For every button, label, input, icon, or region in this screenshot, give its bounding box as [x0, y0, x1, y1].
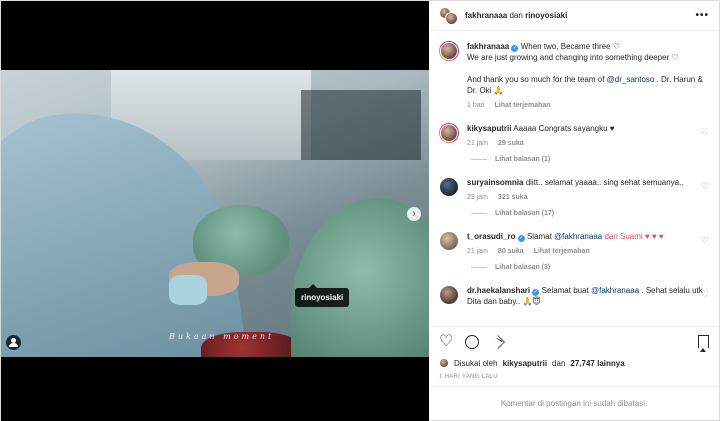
media-panel: Bukaan moment rinoyosiaki › [1, 1, 429, 421]
comment-text: t_orasudi_ro ✓ Slamat @fakhranaaa dan Su… [467, 231, 705, 242]
photo-mask [169, 275, 207, 305]
avatar [439, 285, 459, 305]
next-slide-button[interactable]: › [407, 207, 421, 221]
comment-body-a: Slamat [526, 232, 555, 241]
comment-text: kikysaputrii Aaaaa Congrats sayangku ♥ [467, 123, 705, 134]
photo-watermark: Bukaan moment [169, 332, 275, 341]
comment-meta: 23 jam 321 suka [467, 194, 705, 201]
comment-time[interactable]: 21 jam [467, 248, 488, 255]
caption-line3a: And thank you so much for the team of [467, 75, 607, 84]
like-heart-icon[interactable] [439, 335, 453, 349]
verified-icon: ✓ [532, 289, 540, 296]
collab-avatars[interactable] [439, 6, 459, 25]
comment-username[interactable]: kikysaputrii [467, 124, 511, 133]
comment-username[interactable]: t_orasudi_ro [467, 232, 515, 241]
avatar [439, 358, 449, 368]
photo-monitor [301, 90, 421, 160]
post-header: fakhranaaa dan rinoyosiaki ••• [429, 1, 719, 31]
comment-avatar[interactable] [439, 231, 459, 251]
view-replies-link[interactable]: Lihat balasan (3) [471, 264, 709, 271]
comment-mention[interactable]: @fakhranaaa [591, 286, 639, 295]
comment-time[interactable]: 21 jam [467, 140, 488, 147]
header-conjunction: dan [509, 11, 523, 20]
caption-time[interactable]: 1 hari [467, 102, 485, 109]
comment-like-icon[interactable]: ♡ [701, 235, 709, 246]
user-tag-label[interactable]: rinoyosiaki [295, 284, 350, 307]
liked-by-count[interactable]: 27.747 lainnya [570, 359, 624, 368]
comment-item: t_orasudi_ro ✓ Slamat @fakhranaaa dan Su… [439, 231, 709, 255]
comment-like-icon[interactable]: ♡ [701, 127, 709, 138]
caption-line2: We are just growing and changing into so… [467, 53, 679, 62]
caption-mention[interactable]: @dr_santoso [607, 75, 655, 84]
comment-username[interactable]: dr.haekalanshari [467, 286, 530, 295]
comment-body-b: dan Suami ♥ ♥ ♥ [602, 232, 664, 241]
comment-body: diitt.. selamat yaaaa.. sing sehat semua… [525, 178, 684, 187]
comment-time[interactable]: 23 jam [467, 194, 488, 201]
share-send-icon[interactable] [491, 334, 505, 349]
caption-text: fakhranaaa ✓ When two, Became three ♡ We… [467, 41, 705, 96]
comment-avatar[interactable] [439, 177, 459, 197]
comment-meta: 21 jam 80 suka Lihat terjemahan [467, 248, 705, 255]
more-options-icon[interactable]: ••• [695, 10, 709, 21]
comments-disabled-notice: Komentar di postingan ini sudah dibatasi… [429, 386, 719, 420]
collab-names: fakhranaaa dan rinoyosiaki [465, 11, 567, 20]
action-bar [429, 326, 719, 356]
comment-username[interactable]: suryainsomnia [467, 178, 523, 187]
caption-meta: 1 hari Lihat terjemahan [467, 102, 705, 109]
user-tag-icon[interactable] [6, 335, 21, 350]
avatar [439, 231, 459, 251]
comment-translate[interactable]: Lihat terjemahan [534, 248, 590, 255]
caption: fakhranaaa ✓ When two, Became three ♡ We… [439, 41, 709, 109]
avatar [440, 42, 458, 60]
comments-list: fakhranaaa ✓ When two, Became three ♡ We… [429, 31, 719, 326]
comment-item: kikysaputrii Aaaaa Congrats sayangku ♥ 2… [439, 123, 709, 147]
avatar [445, 11, 458, 25]
comment-likes[interactable]: 80 suka [498, 248, 524, 255]
comment-bubble-icon[interactable] [465, 334, 479, 349]
header-user2-link[interactable]: rinoyosiaki [525, 11, 567, 20]
post-dialog: Bukaan moment rinoyosiaki › fakhranaaa d… [0, 0, 720, 421]
comment-likes[interactable]: 321 suka [498, 194, 528, 201]
liked-by-user[interactable]: kikysaputrii [503, 359, 547, 368]
comment-like-icon[interactable]: ♡ [701, 181, 709, 192]
comment-item: suryainsomnia diitt.. selamat yaaaa.. si… [439, 177, 709, 201]
header-user1-link[interactable]: fakhranaaa [465, 11, 507, 20]
view-replies-link[interactable]: Lihat balasan (17) [471, 210, 709, 217]
verified-icon: ✓ [511, 45, 519, 52]
avatar [439, 177, 459, 197]
comment-meta: 21 jam 29 suka [467, 140, 705, 147]
caption-translate[interactable]: Lihat terjemahan [495, 102, 551, 109]
comment-avatar[interactable] [439, 123, 459, 143]
post-date[interactable]: 1 HARI YANG LALU [429, 368, 719, 386]
caption-avatar[interactable] [439, 41, 459, 61]
post-side-panel: fakhranaaa dan rinoyosiaki ••• fakhranaa… [429, 1, 719, 420]
liked-by-middle: dan [552, 358, 566, 368]
caption-username[interactable]: fakhranaaa [467, 42, 509, 51]
comment-avatar[interactable] [439, 285, 459, 305]
post-photo[interactable]: Bukaan moment [1, 70, 429, 357]
bookmark-icon[interactable] [698, 335, 709, 352]
caption-line1: When two, Became three ♡ [520, 42, 620, 51]
comment-body-a: Selamat buat [541, 286, 591, 295]
comment-body: Aaaaa Congrats sayangku ♥ [513, 124, 615, 133]
verified-icon: ✓ [517, 235, 525, 242]
view-replies-link[interactable]: Lihat balasan (1) [471, 156, 709, 163]
photo-doctor [291, 198, 429, 357]
avatar [440, 124, 458, 142]
comment-mention[interactable]: @fakhranaaa [554, 232, 602, 241]
comment-likes[interactable]: 29 suka [498, 140, 524, 147]
liked-by: Disukai oleh kikysaputrii dan 27.747 lai… [429, 356, 719, 368]
comment-like-icon[interactable]: ♡ [701, 289, 709, 300]
liked-by-prefix: Disukai oleh [454, 358, 498, 368]
comment-text: dr.haekalanshari ✓ Selamat buat @fakhran… [467, 285, 705, 307]
comment-item: dr.haekalanshari ✓ Selamat buat @fakhran… [439, 285, 709, 307]
comment-text: suryainsomnia diitt.. selamat yaaaa.. si… [467, 177, 705, 188]
